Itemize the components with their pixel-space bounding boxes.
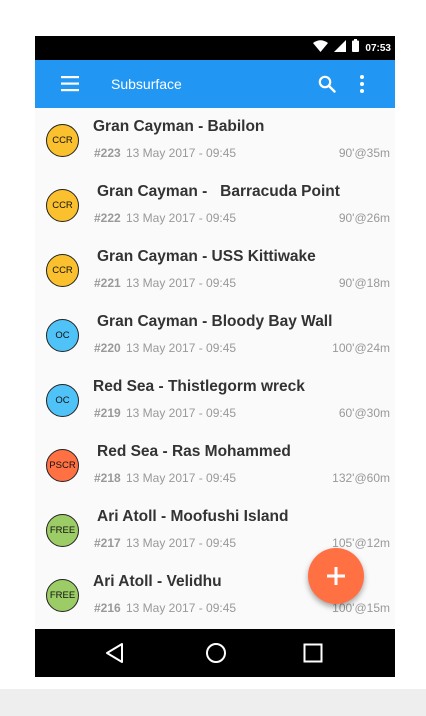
dive-stats: 90'@26m	[338, 211, 390, 225]
app-bar: Subsurface	[35, 60, 395, 108]
wifi-icon	[313, 39, 329, 57]
dive-stats: 90'@18m	[338, 276, 390, 290]
menu-icon[interactable]	[61, 75, 81, 93]
phone-screen: 07:53 Subsurface CCR Gran Cayman - Babil…	[35, 36, 395, 677]
add-icon	[308, 567, 364, 608]
dive-list-item[interactable]: CCR Gran Cayman - Babilon #223 13 May 20…	[35, 108, 395, 173]
dive-type-badge: CCR	[46, 189, 79, 222]
dive-number: #218	[94, 471, 121, 485]
bottom-background	[0, 689, 426, 716]
dive-list-item[interactable]: OC Red Sea - Thistlegorm wreck #219 13 M…	[35, 368, 395, 433]
dive-list-item[interactable]: OC Gran Cayman - Bloody Bay Wall #220 13…	[35, 303, 395, 368]
dive-title: Gran Cayman - Babilon	[93, 118, 265, 135]
dive-stats: 60'@30m	[338, 406, 390, 420]
dive-title: Gran Cayman - Bloody Bay Wall	[97, 313, 333, 330]
signal-icon	[334, 39, 347, 57]
dive-number: #222	[94, 211, 121, 225]
dive-list-item[interactable]: PSCR Red Sea - Ras Mohammed #218 13 May …	[35, 433, 395, 498]
home-icon[interactable]	[204, 641, 228, 665]
dive-number: #216	[94, 601, 121, 615]
dive-number: #221	[94, 276, 121, 290]
back-icon[interactable]	[103, 641, 127, 665]
dive-date: 13 May 2017 - 09:45	[126, 276, 237, 290]
dive-title: Gran Cayman - Barracuda Point	[97, 183, 340, 200]
dive-date: 13 May 2017 - 09:45	[126, 146, 237, 160]
dive-type-badge: OC	[46, 319, 79, 352]
dive-title: Ari Atoll - Velidhu	[93, 573, 222, 590]
dive-stats: 132'@60m	[332, 471, 390, 485]
dive-date: 13 May 2017 - 09:45	[126, 211, 237, 225]
dive-date: 13 May 2017 - 09:45	[126, 601, 237, 615]
dive-list-item[interactable]: CCR Gran Cayman - USS Kittiwake #221 13 …	[35, 238, 395, 303]
dive-title: Gran Cayman - USS Kittiwake	[97, 248, 316, 265]
more-vert-icon[interactable]	[358, 74, 366, 94]
dive-date: 13 May 2017 - 09:45	[126, 406, 237, 420]
dive-title: Red Sea - Ras Mohammed	[97, 443, 291, 460]
dive-title: Red Sea - Thistlegorm wreck	[93, 378, 305, 395]
dive-date: 13 May 2017 - 09:45	[126, 341, 237, 355]
dive-date: 13 May 2017 - 09:45	[126, 536, 237, 550]
search-icon[interactable]	[318, 75, 336, 93]
dive-number: #220	[94, 341, 121, 355]
dive-stats: 90'@35m	[338, 146, 390, 160]
status-time: 07:53	[365, 42, 391, 54]
dive-type-badge: FREE	[46, 514, 79, 547]
dive-type-badge: OC	[46, 384, 79, 417]
dive-type-badge: CCR	[46, 124, 79, 157]
dive-number: #217	[94, 536, 121, 550]
add-dive-button[interactable]	[308, 548, 364, 604]
dive-type-badge: FREE	[46, 579, 79, 612]
dive-type-badge: PSCR	[46, 449, 79, 482]
dive-number: #223	[94, 146, 121, 160]
dive-list-item[interactable]: CCR Gran Cayman - Barracuda Point #222 1…	[35, 173, 395, 238]
dive-title: Ari Atoll - Moofushi Island	[97, 508, 289, 525]
dive-type-badge: CCR	[46, 254, 79, 287]
navigation-bar	[35, 629, 395, 677]
app-title: Subsurface	[111, 76, 182, 92]
recents-icon[interactable]	[301, 641, 325, 665]
dive-stats: 100'@24m	[332, 341, 390, 355]
battery-icon	[352, 39, 360, 57]
status-bar: 07:53	[35, 36, 395, 60]
dive-number: #219	[94, 406, 121, 420]
dive-date: 13 May 2017 - 09:45	[126, 471, 237, 485]
